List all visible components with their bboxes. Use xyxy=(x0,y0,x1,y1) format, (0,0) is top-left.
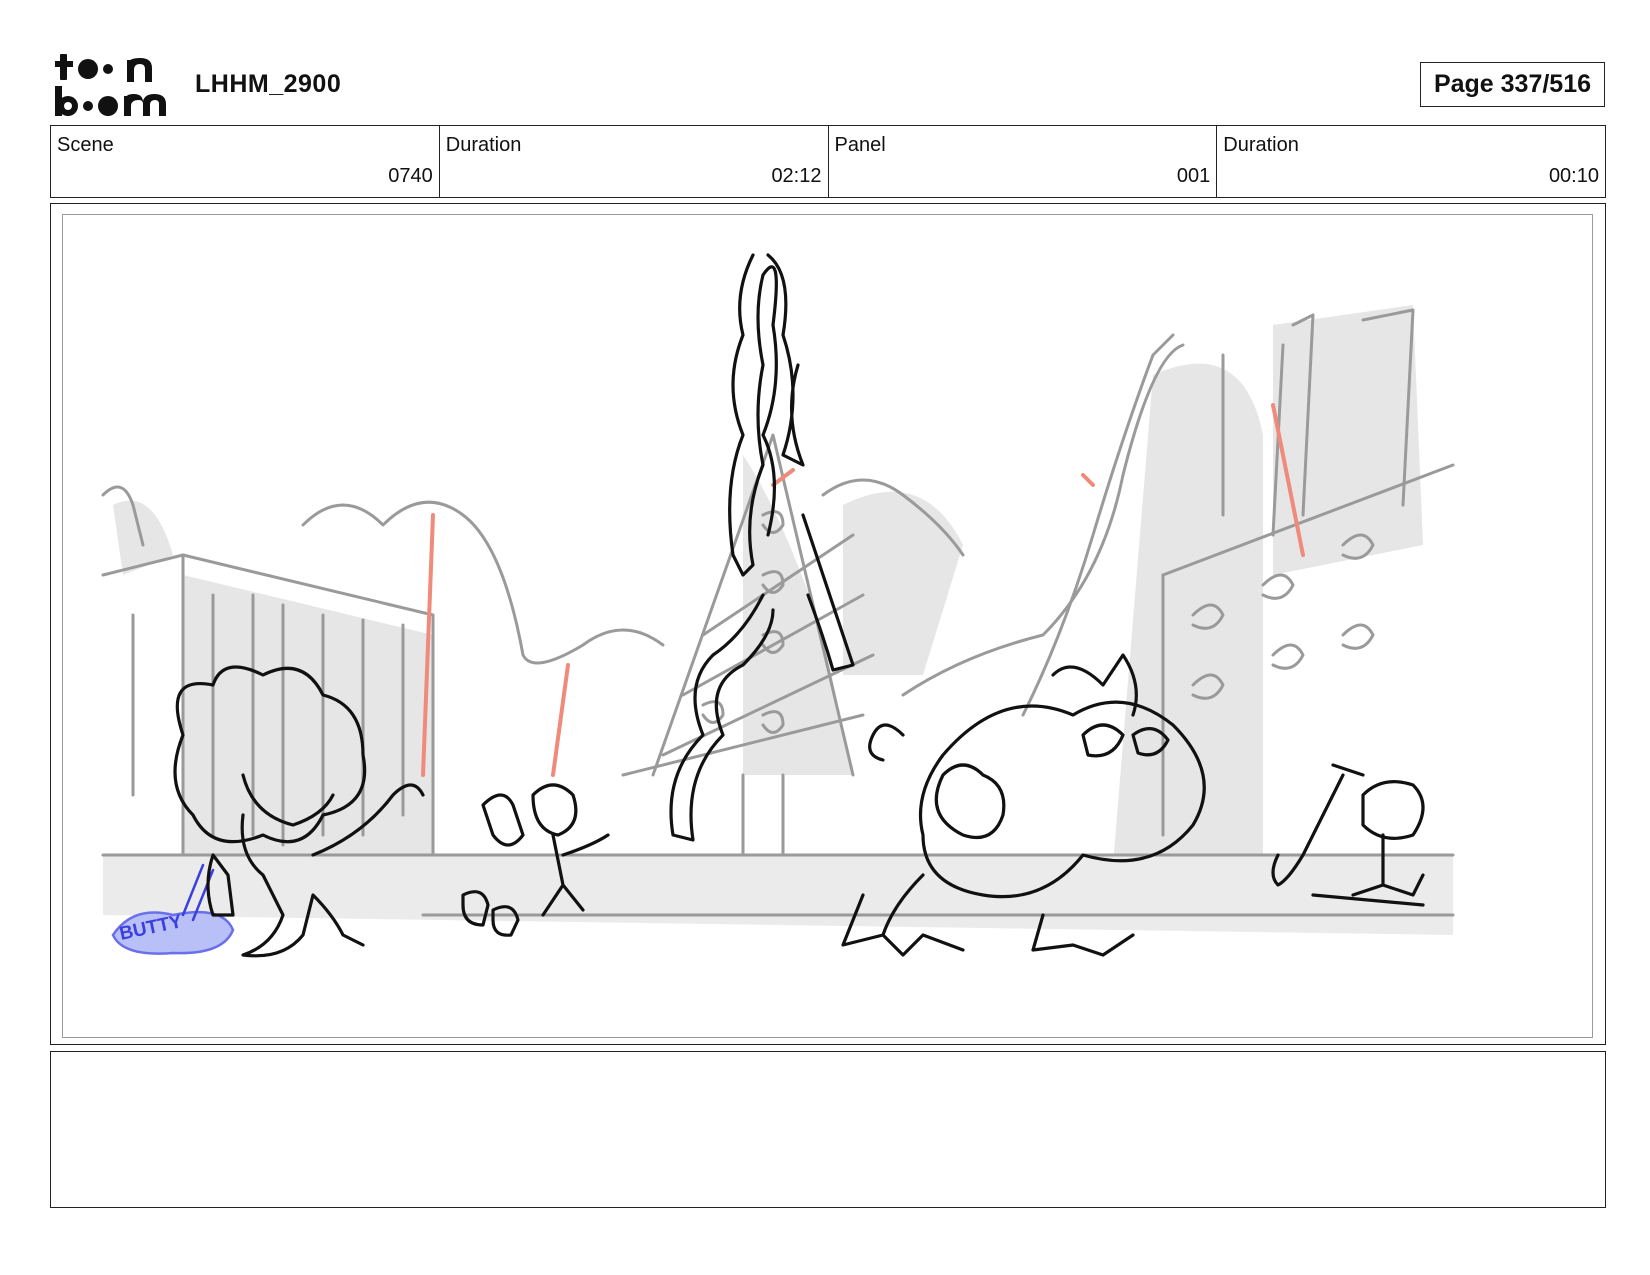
project-title: LHHM_2900 xyxy=(195,70,342,98)
scene-duration-cell: Duration 02:12 xyxy=(440,126,829,197)
storyboard-panel-frame: BUTTY xyxy=(50,203,1606,1045)
panel-label: Panel xyxy=(834,134,886,156)
toon-boom-logo xyxy=(55,54,166,116)
scene-value: 0740 xyxy=(388,165,433,187)
scene-info-table: Scene 0740 Duration 02:12 Panel 001 Dura… xyxy=(50,125,1606,198)
panel-duration-label: Duration xyxy=(1223,134,1299,156)
scene-duration-label: Duration xyxy=(445,134,522,156)
background-tone xyxy=(103,305,1453,935)
panel-cell: Panel 001 xyxy=(829,126,1218,197)
scene-duration-value: 02:12 xyxy=(771,165,822,187)
scene-cell: Scene 0740 xyxy=(51,126,440,197)
panel-sketch: BUTTY xyxy=(101,253,1455,958)
panel-duration-cell: Duration 00:10 xyxy=(1217,126,1605,197)
panel-duration-value: 00:10 xyxy=(1548,165,1599,187)
scene-label: Scene xyxy=(57,134,114,156)
page-indicator: Page 337/516 xyxy=(1420,62,1605,107)
panel-value: 001 xyxy=(1176,165,1211,187)
panel-notes-box xyxy=(50,1051,1606,1208)
storyboard-panel-drawing: BUTTY xyxy=(62,214,1593,1038)
